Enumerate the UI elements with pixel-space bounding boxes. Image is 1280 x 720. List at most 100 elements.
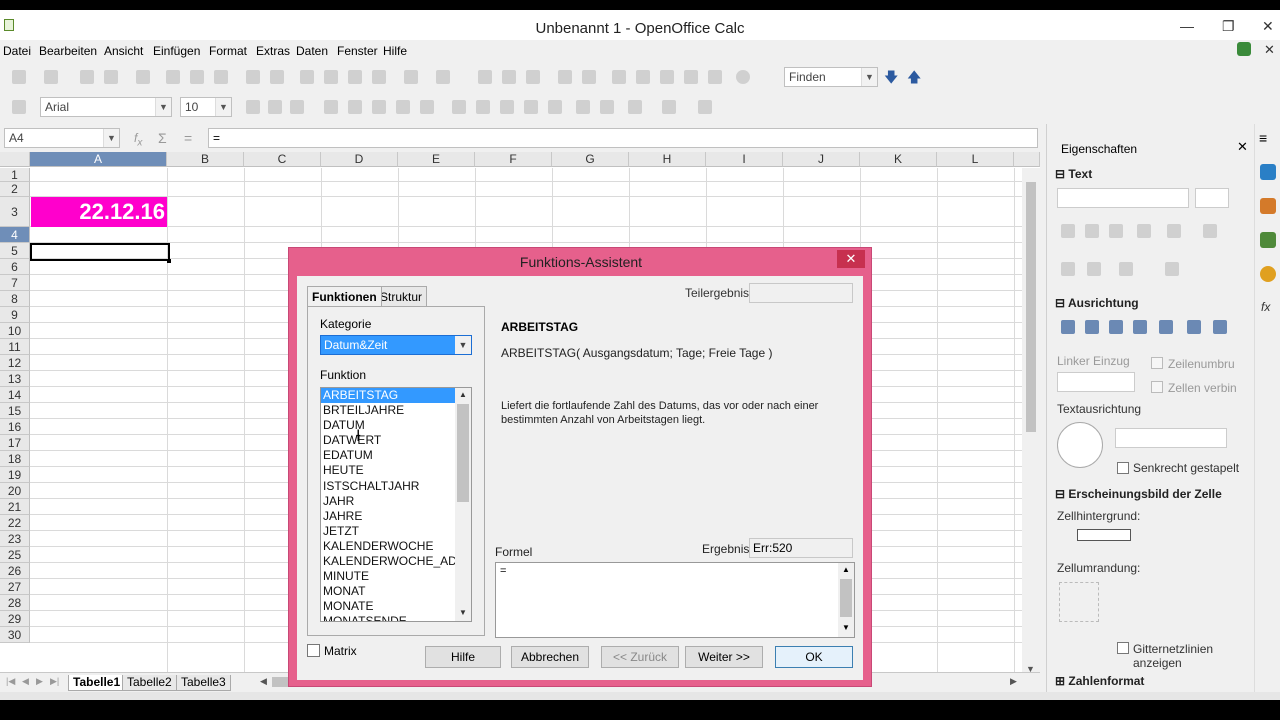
sidebar-align-left-icon[interactable]	[1061, 320, 1075, 334]
matrix-checkbox[interactable]	[307, 644, 320, 657]
sidebar-clear-format-icon[interactable]	[1203, 224, 1217, 238]
update-icon[interactable]	[1237, 42, 1251, 56]
row-header-8[interactable]: 8	[0, 291, 30, 307]
column-header-j[interactable]: J	[783, 152, 860, 167]
function-list-scrollbar[interactable]: ▲ ▼	[455, 388, 471, 621]
help-button[interactable]: Hilfe	[425, 646, 501, 668]
chevron-down-icon[interactable]: ▼	[155, 98, 171, 116]
row-header-6[interactable]: 6	[0, 259, 30, 275]
preview-icon[interactable]	[214, 70, 228, 84]
column-header-d[interactable]: D	[321, 152, 398, 167]
first-sheet-icon[interactable]: |◀	[6, 676, 15, 687]
deck-functions-icon[interactable]: fx	[1261, 300, 1270, 314]
print-icon[interactable]	[190, 70, 204, 84]
row-header-22[interactable]: 22	[0, 515, 30, 531]
sheet-tab-tabelle3[interactable]: Tabelle3	[176, 675, 231, 691]
function-item[interactable]: EDATUM	[321, 448, 471, 463]
dialog-close-icon[interactable]: ✕	[837, 250, 865, 268]
scroll-right-icon[interactable]: ▶	[1010, 676, 1017, 687]
function-item[interactable]: JETZT	[321, 524, 471, 539]
paste-icon[interactable]	[348, 70, 362, 84]
align-right-icon[interactable]	[372, 100, 386, 114]
font-name-combo[interactable]: Arial ▼	[40, 97, 172, 117]
deck-styles-icon[interactable]	[1260, 198, 1276, 214]
column-header-c[interactable]: C	[244, 152, 321, 167]
function-list[interactable]: ARBEITSTAG BRTEILJAHRE DATUM DATWERT EDATUM H…	[320, 387, 472, 622]
clone-icon[interactable]	[372, 70, 386, 84]
close-window-icon[interactable]: ✕	[1262, 18, 1274, 35]
function-item[interactable]: BRTEILJAHRE	[321, 403, 471, 418]
menu-extras[interactable]: Extras	[256, 44, 290, 58]
sidebar-font-combo[interactable]	[1057, 188, 1189, 208]
orientation-combo[interactable]	[1115, 428, 1227, 448]
sheet-tab-tabelle2[interactable]: Tabelle2	[122, 675, 177, 691]
sort-desc-icon[interactable]	[526, 70, 540, 84]
restore-icon[interactable]: ❐	[1222, 18, 1235, 35]
chevron-down-icon[interactable]: ▼	[455, 336, 471, 354]
sidebar-align-bottom-icon[interactable]	[1213, 320, 1227, 334]
function-wizard-icon[interactable]: fx	[134, 131, 142, 148]
function-item[interactable]: DATUM	[321, 418, 471, 433]
column-header-b[interactable]: B	[167, 152, 244, 167]
row-header-25[interactable]: 25	[0, 547, 30, 563]
scroll-left-icon[interactable]: ◀	[260, 676, 267, 687]
sidebar-shadow-icon[interactable]	[1167, 224, 1181, 238]
sidebar-underline-icon[interactable]	[1109, 224, 1123, 238]
row-header-26[interactable]: 26	[0, 563, 30, 579]
row-header-30[interactable]: 30	[0, 627, 30, 643]
autospell-icon[interactable]	[270, 70, 284, 84]
sidebar-align-middle-icon[interactable]	[1187, 320, 1201, 334]
row-header-12[interactable]: 12	[0, 355, 30, 371]
formula-scrollbar[interactable]: ▲ ▼	[838, 563, 854, 637]
function-item[interactable]: MONAT	[321, 584, 471, 599]
row-header-4[interactable]: 4	[0, 227, 30, 243]
column-header-e[interactable]: E	[398, 152, 475, 167]
sidebar-justify-icon[interactable]	[1133, 320, 1147, 334]
ok-button[interactable]: OK	[775, 646, 853, 668]
menu-daten[interactable]: Daten	[296, 44, 328, 58]
chevron-down-icon[interactable]: ▼	[861, 68, 877, 86]
function-item[interactable]: KALENDERWOCHE_ADD	[321, 554, 471, 569]
menu-ansicht[interactable]: Ansicht	[104, 44, 143, 58]
email-icon[interactable]	[104, 70, 118, 84]
wrap-checkbox[interactable]	[1151, 357, 1163, 369]
section-alignment-header[interactable]: ⊟ Ausrichtung	[1055, 296, 1139, 310]
new-icon[interactable]	[12, 70, 26, 84]
column-header-h[interactable]: H	[629, 152, 706, 167]
row-header-9[interactable]: 9	[0, 307, 30, 323]
increase-indent-icon[interactable]	[600, 100, 614, 114]
column-header-i[interactable]: I	[706, 152, 783, 167]
bold-icon[interactable]	[246, 100, 260, 114]
tab-functions[interactable]: Funktionen	[307, 286, 382, 306]
stacked-checkbox[interactable]	[1117, 462, 1129, 474]
styles-icon[interactable]	[12, 100, 26, 114]
function-item[interactable]: HEUTE	[321, 463, 471, 478]
hyperlink-icon[interactable]	[478, 70, 492, 84]
function-item[interactable]: MONATE	[321, 599, 471, 614]
find-input[interactable]: Finden ▼	[784, 67, 878, 87]
deck-menu-icon[interactable]: ≡	[1259, 130, 1267, 146]
tab-structure[interactable]: Struktur	[375, 286, 428, 306]
row-header-19[interactable]: 19	[0, 467, 30, 483]
menu-bearbeiten[interactable]: Bearbeiten	[39, 44, 97, 58]
column-header-k[interactable]: K	[860, 152, 937, 167]
undo-icon[interactable]	[404, 70, 418, 84]
currency-icon[interactable]	[452, 100, 466, 114]
row-header-20[interactable]: 20	[0, 483, 30, 499]
function-item[interactable]: JAHRE	[321, 509, 471, 524]
chevron-down-icon[interactable]: ▼	[215, 98, 231, 116]
scroll-down-icon[interactable]: ▼	[1026, 664, 1035, 672]
row-header-3[interactable]: 3	[0, 197, 30, 227]
row-header-5[interactable]: 5	[0, 243, 30, 259]
sidebar-strikethrough-icon[interactable]	[1137, 224, 1151, 238]
save-icon[interactable]	[80, 70, 94, 84]
sidebar-size-combo[interactable]	[1195, 188, 1229, 208]
collapse-icon[interactable]: ⊟	[1055, 296, 1065, 310]
row-header-7[interactable]: 7	[0, 275, 30, 291]
underline-icon[interactable]	[290, 100, 304, 114]
prev-sheet-icon[interactable]: ◀	[22, 676, 29, 687]
menu-fenster[interactable]: Fenster	[337, 44, 378, 58]
function-item[interactable]: ARBEITSTAG	[321, 388, 471, 404]
row-header-28[interactable]: 28	[0, 595, 30, 611]
deck-gallery-icon[interactable]	[1260, 232, 1276, 248]
